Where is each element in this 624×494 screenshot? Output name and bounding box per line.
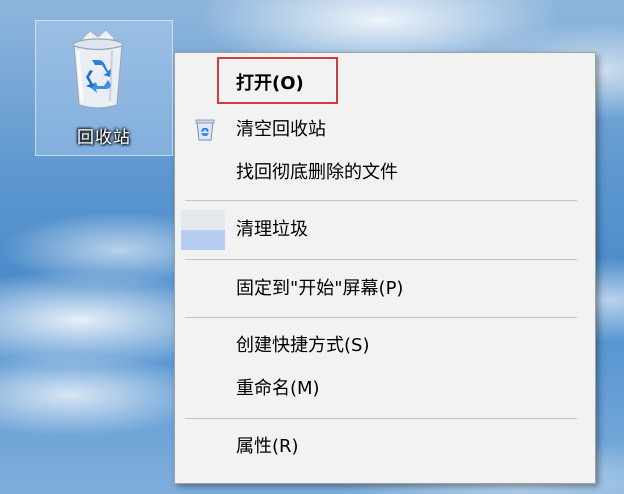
- recycle-bin-small-icon: [195, 119, 215, 141]
- menu-item-pin-to-start[interactable]: 固定到"开始"屏幕(P): [175, 269, 595, 309]
- menu-item-label: 创建快捷方式(S): [236, 335, 370, 356]
- menu-item-label: 属性(R): [236, 436, 299, 457]
- menu-item-label: 清空回收站: [236, 119, 326, 140]
- menu-separator: [185, 317, 577, 318]
- menu-item-create-shortcut[interactable]: 创建快捷方式(S): [175, 326, 595, 366]
- recycle-bin-label: 回收站: [77, 128, 131, 148]
- menu-item-label: 找回彻底删除的文件: [236, 162, 398, 183]
- menu-separator: [185, 200, 577, 201]
- menu-item-clean-junk[interactable]: 清理垃圾: [175, 210, 595, 250]
- menu-item-label: 清理垃圾: [236, 219, 308, 240]
- context-menu: 打开(O) 清空回收站 找回彻底删除的文件 清理垃圾 固定到"开始"屏幕(P) …: [174, 52, 596, 484]
- highlight-box: [217, 57, 338, 104]
- menu-item-empty-recycle-bin[interactable]: 清空回收站: [175, 110, 595, 150]
- recycle-bin-icon: [72, 29, 124, 109]
- menu-separator: [185, 418, 577, 419]
- menu-separator: [185, 259, 577, 260]
- menu-item-recover-deleted-files[interactable]: 找回彻底删除的文件: [175, 153, 595, 193]
- recycle-bin-desktop-icon[interactable]: 回收站: [35, 20, 173, 156]
- desktop: 回收站 打开(O) 清空回收站 找回彻底删除的文件 清理垃圾 固定到"开始"屏幕…: [0, 0, 624, 494]
- menu-item-label: 固定到"开始"屏幕(P): [236, 278, 404, 299]
- menu-item-properties[interactable]: 属性(R): [175, 427, 595, 467]
- cleanup-icon: [181, 210, 225, 250]
- menu-item-rename[interactable]: 重命名(M): [175, 369, 595, 409]
- menu-item-label: 重命名(M): [236, 378, 320, 399]
